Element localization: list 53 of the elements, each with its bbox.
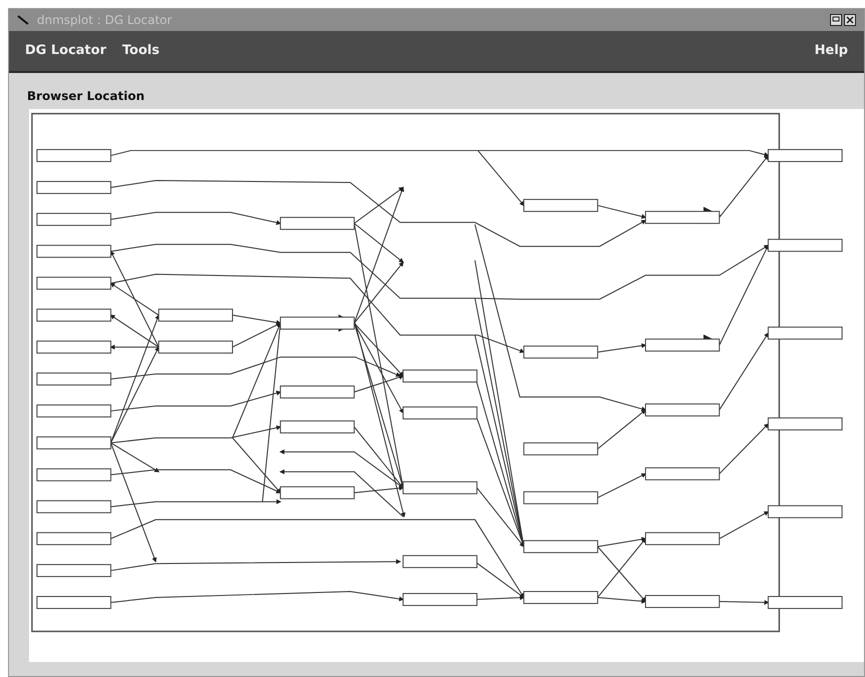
graph-node[interactable]: [768, 326, 843, 340]
graph-node[interactable]: [645, 467, 720, 480]
graph-node[interactable]: [36, 340, 112, 354]
graph-node[interactable]: [280, 386, 355, 398]
graph-node[interactable]: [768, 596, 843, 609]
graph-node[interactable]: [280, 420, 355, 434]
graph-node[interactable]: [36, 149, 112, 162]
graph-node[interactable]: [768, 505, 843, 518]
graph-node[interactable]: [36, 564, 112, 578]
graph-node[interactable]: [280, 216, 355, 230]
close-icon[interactable]: [844, 14, 856, 26]
graph-node[interactable]: [768, 149, 843, 162]
menu-item[interactable]: Tools: [122, 41, 160, 61]
graph-node[interactable]: [36, 276, 112, 290]
graph-node[interactable]: [523, 442, 598, 456]
graph-node[interactable]: [523, 540, 598, 554]
app-icon: [17, 15, 29, 25]
maximize-icon[interactable]: [830, 14, 842, 26]
graph-node[interactable]: [523, 591, 598, 604]
graph-node[interactable]: [523, 491, 598, 504]
menu-item[interactable]: DG Locator: [25, 41, 106, 61]
graph-node[interactable]: [36, 596, 112, 609]
graph-node[interactable]: [402, 593, 478, 606]
graph-node[interactable]: [36, 308, 112, 322]
graph-node[interactable]: [36, 468, 112, 482]
help-menu[interactable]: Help: [814, 41, 848, 61]
graph-node[interactable]: [645, 210, 720, 224]
graph-node[interactable]: [36, 500, 112, 514]
graph-node[interactable]: [36, 436, 112, 450]
graph-node[interactable]: [523, 198, 598, 212]
graph-node[interactable]: [402, 555, 478, 568]
graph-node[interactable]: [768, 417, 843, 430]
graph-node[interactable]: [280, 486, 355, 500]
graph-node[interactable]: [402, 406, 478, 420]
graph-node[interactable]: [158, 340, 234, 354]
graph-node[interactable]: [402, 481, 478, 494]
graph-node[interactable]: [36, 404, 112, 418]
graph-node[interactable]: [402, 370, 478, 382]
graph-node[interactable]: [158, 308, 234, 322]
graph-node[interactable]: [645, 595, 720, 608]
graph-node[interactable]: [645, 338, 720, 352]
graph-node[interactable]: [768, 238, 843, 252]
graph-node[interactable]: [36, 244, 112, 258]
graph-node[interactable]: [645, 532, 720, 546]
graph-node[interactable]: [645, 403, 720, 416]
graph-node[interactable]: [280, 316, 355, 330]
graph-node[interactable]: [36, 181, 112, 194]
graph-node[interactable]: [36, 212, 112, 226]
panel-title: Browser Location: [27, 89, 145, 103]
graph-node[interactable]: [36, 372, 112, 386]
graph-node[interactable]: [36, 532, 112, 546]
window-title: dnmsplot : DG Locator: [37, 12, 172, 29]
graph-node[interactable]: [523, 346, 598, 359]
